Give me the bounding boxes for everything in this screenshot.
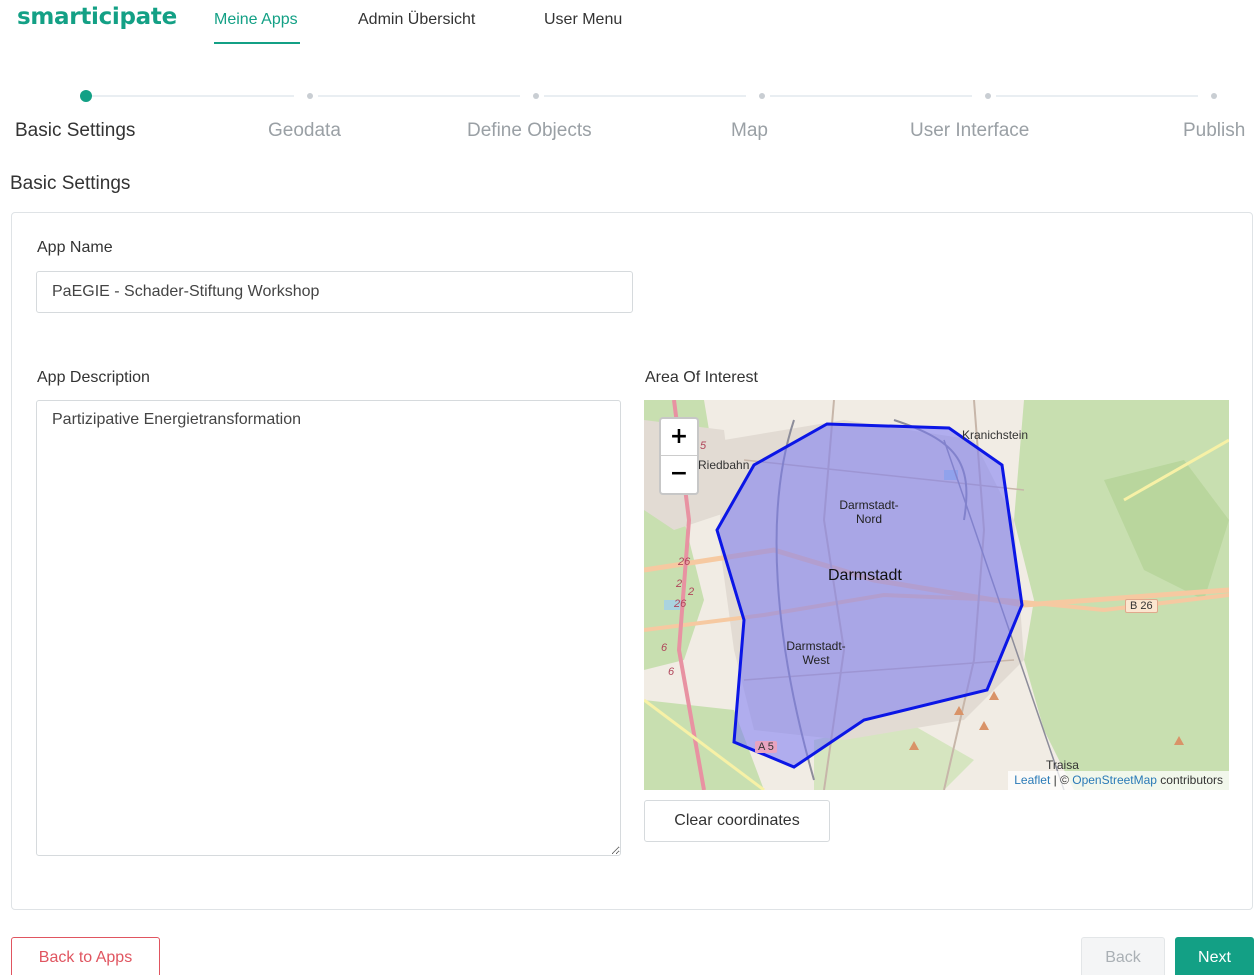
- map-road-shield-a5: A 5: [755, 741, 777, 753]
- nav-active-underline: [214, 42, 300, 44]
- top-nav: smarticipate Meine Apps Admin Übersicht …: [0, 0, 1258, 50]
- step-label-publish[interactable]: Publish: [1183, 120, 1245, 142]
- map-label-west-line1: Darmstadt-: [786, 639, 846, 653]
- map-label-west-line2: West: [802, 653, 830, 667]
- step-connector: [544, 95, 746, 97]
- map-road-number: 6: [661, 642, 668, 654]
- nav-link-meine-apps[interactable]: Meine Apps: [214, 11, 298, 29]
- map-road-number: 2: [676, 578, 683, 590]
- map-road-number: 26: [674, 598, 687, 610]
- map-road-number: 26: [678, 556, 691, 568]
- step-connector: [996, 95, 1198, 97]
- openstreetmap-link[interactable]: OpenStreetMap: [1072, 773, 1157, 787]
- zoom-out-button[interactable]: −: [661, 456, 697, 493]
- map-label-traisa: Traisa: [1046, 758, 1079, 772]
- nav-link-admin-uebersicht[interactable]: Admin Übersicht: [358, 11, 475, 29]
- map-label-nord-line1: Darmstadt-: [839, 498, 899, 512]
- brand-logo[interactable]: smarticipate: [17, 4, 177, 30]
- app-name-label: App Name: [37, 239, 113, 256]
- step-label-user-interface[interactable]: User Interface: [910, 120, 1029, 142]
- map-label-darmstadt: Darmstadt: [828, 567, 902, 584]
- step-label-define-objects[interactable]: Define Objects: [467, 120, 592, 142]
- next-button[interactable]: Next: [1175, 937, 1254, 975]
- app-description-textarea[interactable]: Partizipative Energietransformation: [36, 400, 621, 856]
- step-dot-map[interactable]: [759, 93, 765, 99]
- clear-coordinates-button[interactable]: Clear coordinates: [644, 800, 830, 842]
- map-label-darmstadt-west: Darmstadt- West: [781, 639, 851, 667]
- step-dot-define-objects[interactable]: [533, 93, 539, 99]
- map-label-nord-line2: Nord: [855, 512, 882, 526]
- step-label-geodata[interactable]: Geodata: [268, 120, 341, 142]
- step-connector: [318, 95, 520, 97]
- step-dot-publish[interactable]: [1211, 93, 1217, 99]
- leaflet-link[interactable]: Leaflet: [1014, 773, 1050, 787]
- attribution-separator: | ©: [1050, 773, 1073, 787]
- area-of-interest-map[interactable]: Kranichstein Riedbahn Darmstadt- Nord Da…: [644, 400, 1229, 790]
- attribution-suffix: contributors: [1156, 773, 1223, 787]
- nav-link-user-menu[interactable]: User Menu: [544, 11, 622, 29]
- step-connector: [92, 95, 294, 97]
- map-road-number: 2: [688, 586, 695, 598]
- app-name-input[interactable]: [36, 271, 633, 313]
- map-label-riedbahn: Riedbahn: [698, 458, 750, 472]
- map-label-kranichstein: Kranichstein: [962, 428, 1029, 442]
- zoom-in-button[interactable]: +: [661, 419, 697, 456]
- back-to-apps-button[interactable]: Back to Apps: [11, 937, 160, 975]
- step-dot-basic-settings[interactable]: [80, 90, 92, 102]
- map-label-darmstadt-nord: Darmstadt- Nord: [834, 498, 904, 526]
- app-description-label: App Description: [37, 369, 150, 386]
- map-road-number: 6: [668, 666, 675, 678]
- step-dot-geodata[interactable]: [307, 93, 313, 99]
- step-label-basic-settings[interactable]: Basic Settings: [15, 120, 135, 142]
- section-title: Basic Settings: [10, 173, 131, 194]
- back-button[interactable]: Back: [1081, 937, 1165, 975]
- wizard-stepper: Basic Settings Geodata Define Objects Ma…: [0, 84, 1258, 154]
- step-connector: [770, 95, 972, 97]
- map-attribution: Leaflet | © OpenStreetMap contributors: [1008, 771, 1229, 790]
- step-label-map[interactable]: Map: [731, 120, 768, 142]
- area-of-interest-label: Area Of Interest: [645, 369, 758, 386]
- map-road-shield-b26: B 26: [1125, 599, 1158, 613]
- map-zoom-control: + −: [659, 417, 699, 495]
- map-road-number: 5: [700, 440, 707, 452]
- step-dot-user-interface[interactable]: [985, 93, 991, 99]
